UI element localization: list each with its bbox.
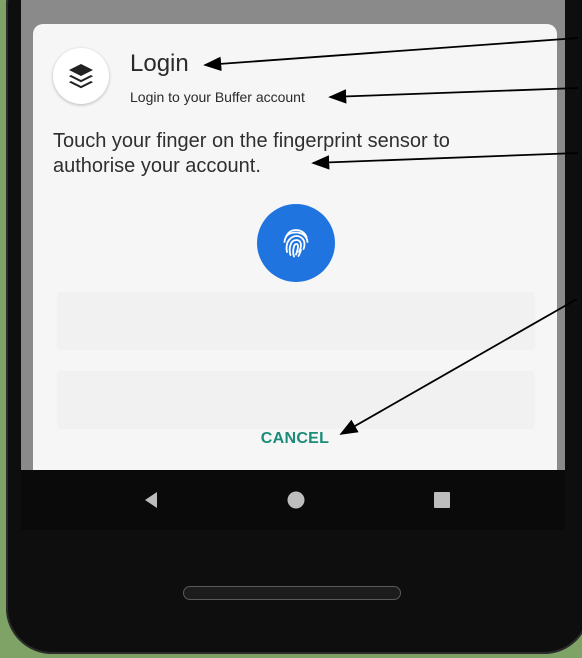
- placeholder-row: [57, 292, 535, 350]
- recents-square-icon: [434, 492, 450, 508]
- cancel-button[interactable]: CANCEL: [245, 426, 345, 452]
- buffer-layers-icon: [69, 64, 93, 89]
- dialog-subtitle: Login to your Buffer account: [130, 89, 305, 105]
- nav-home-button[interactable]: [280, 484, 312, 516]
- buffer-app-icon: [53, 48, 109, 104]
- nav-back-button[interactable]: [136, 484, 168, 516]
- phone-frame: Login Login to your Buffer account Touch…: [0, 0, 582, 658]
- dialog-description: Touch your finger on the fingerprint sen…: [53, 130, 450, 177]
- fingerprint-sensor-button[interactable]: [257, 204, 335, 282]
- phone-speaker-grille: [183, 586, 401, 600]
- system-nav-bar: [21, 470, 565, 530]
- nav-recents-button[interactable]: [426, 484, 458, 516]
- dialog-title: Login: [130, 50, 189, 77]
- home-circle-icon: [287, 491, 305, 509]
- back-triangle-icon: [145, 492, 157, 508]
- placeholder-row: [57, 371, 535, 429]
- fingerprint-icon: [283, 229, 309, 258]
- fingerprint-login-dialog: Login Login to your Buffer account Touch…: [33, 24, 557, 470]
